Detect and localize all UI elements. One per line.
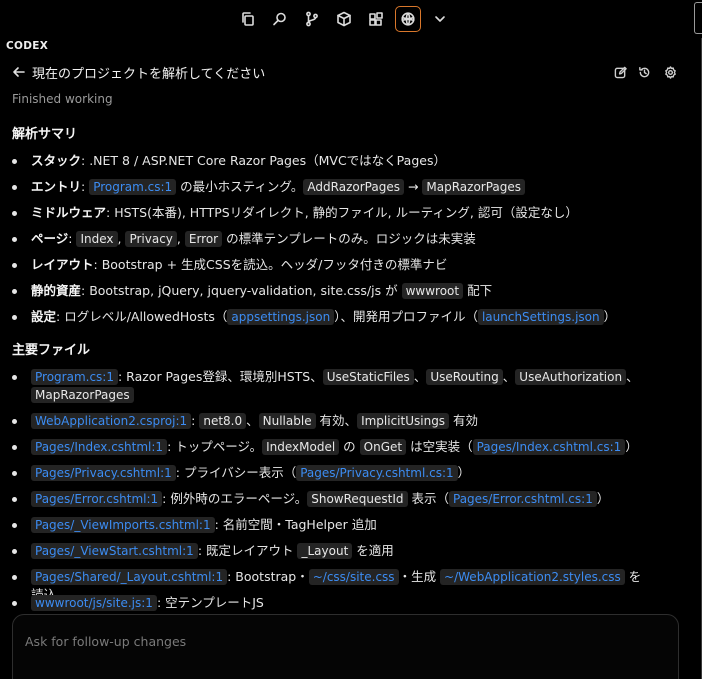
file-link[interactable]: ~/WebApplication2.styles.css	[440, 569, 625, 585]
followup-composer[interactable]	[12, 614, 679, 679]
code-chip: MapRazorPages	[422, 179, 526, 195]
list-item: ミドルウェア: HSTS(本番), HTTPSリダイレクト, 静的ファイル, ル…	[12, 204, 652, 222]
bullet	[12, 375, 17, 380]
file-link[interactable]: Pages/Privacy.cshtml.cs:1	[296, 465, 458, 481]
section-heading-summary: 解析サマリ	[12, 127, 78, 142]
source-control-icon[interactable]	[299, 6, 325, 32]
code-chip: AddRazorPages	[303, 179, 404, 195]
bullet	[12, 575, 17, 580]
extensions-icon[interactable]	[363, 6, 389, 32]
edit-icon[interactable]	[612, 64, 628, 80]
section-heading-files: 主要ファイル	[12, 343, 91, 358]
bullet	[12, 315, 17, 320]
code-chip: IndexModel	[262, 439, 340, 455]
file-link[interactable]: Pages/_ViewStart.cshtml:1	[31, 543, 198, 559]
package-icon[interactable]	[331, 6, 357, 32]
list-item: 設定: ログレベル/AllowedHosts（ appsettings.json）…	[12, 308, 652, 326]
top-toolbar	[0, 0, 702, 38]
bullet	[12, 601, 17, 606]
chevron-down-icon[interactable]	[427, 6, 453, 32]
bullet	[12, 419, 17, 424]
file-link[interactable]: appsettings.json	[227, 309, 335, 325]
file-link[interactable]: Pages/Shared/_Layout.cshtml:1	[31, 569, 228, 585]
file-link[interactable]: Pages/Index.cshtml:1	[31, 439, 168, 455]
file-link[interactable]: Program.cs:1	[89, 179, 177, 195]
bullet	[12, 211, 17, 216]
search-icon[interactable]	[267, 6, 293, 32]
bullet	[12, 263, 17, 268]
list-item: Pages/Error.cshtml:1: 例外時のエラーページ。 ShowReq…	[12, 490, 652, 508]
conversation-title: 現在のプロジェクトを解析してください	[32, 67, 266, 82]
codex-icon[interactable]	[395, 6, 421, 32]
file-link[interactable]: Pages/_ViewImports.cshtml:1	[31, 517, 215, 533]
bullet	[12, 185, 17, 190]
bullet	[12, 471, 17, 476]
settings-gear-icon[interactable]	[662, 64, 678, 80]
bullet	[12, 159, 17, 164]
code-chip: UseStaticFiles	[322, 369, 414, 385]
file-link[interactable]: Program.cs:1	[31, 369, 118, 385]
file-link[interactable]: wwwroot/js/site.js:1	[31, 595, 157, 611]
list-item: wwwroot/js/site.js:1: 空テンプレートJS	[12, 594, 652, 612]
list-item: WebApplication2.csproj:1: net8.0、 Nullabl…	[12, 412, 652, 430]
code-chip: UseAuthorization	[515, 369, 627, 385]
bullet	[12, 523, 17, 528]
panel-label: CODEX	[6, 40, 49, 52]
code-chip: Privacy	[125, 231, 177, 247]
code-chip: MapRazorPages	[31, 387, 134, 403]
code-chip: OnGet	[359, 439, 407, 455]
file-link[interactable]: Pages/Error.cshtml.cs:1	[449, 491, 597, 507]
code-chip: ImplicitUsings	[357, 413, 450, 429]
bullet	[12, 237, 17, 242]
code-chip: Error	[184, 231, 223, 247]
message-content: Finished working 解析サマリ スタック: .NET 8 / AS…	[0, 86, 702, 616]
list-item: Pages/Index.cshtml:1: トップページ。 IndexModel …	[12, 438, 652, 456]
window-edge	[694, 2, 702, 34]
list-item: 静的資産: Bootstrap, jQuery, jquery-validati…	[12, 282, 652, 300]
list-item: Pages/Privacy.cshtml:1: プライバシー表示（ Pages/P…	[12, 464, 652, 482]
status-text: Finished working	[12, 92, 113, 106]
file-link[interactable]: WebApplication2.csproj:1	[31, 413, 192, 429]
code-chip: _Layout	[297, 543, 353, 559]
list-item: レイアウト: Bootstrap + 生成CSSを読込。ヘッダ/フッタ付きの標準…	[12, 256, 652, 274]
list-item: ページ: Index, Privacy, Error の標準テンプレートのみ。ロ…	[12, 230, 652, 248]
followup-input[interactable]	[25, 634, 625, 649]
list-item: エントリ: Program.cs:1 の最小ホスティング。 AddRazorPag…	[12, 178, 652, 196]
chat-header: 現在のプロジェクトを解析してください	[0, 60, 702, 84]
bullet	[12, 497, 17, 502]
file-link[interactable]: Pages/Error.cshtml:1	[31, 491, 163, 507]
copy-icon[interactable]	[235, 6, 261, 32]
code-chip: UseRouting	[426, 369, 503, 385]
file-link[interactable]: Pages/Index.cshtml.cs:1	[472, 439, 626, 455]
bullet	[12, 445, 17, 450]
code-chip: Nullable	[258, 413, 316, 429]
bullet	[12, 289, 17, 294]
list-item: Program.cs:1: Razor Pages登録、環境別HSTS、 UseS…	[12, 368, 652, 404]
list-item: Pages/_ViewImports.cshtml:1: 名前空間・TagHel…	[12, 516, 652, 534]
file-link[interactable]: Pages/Privacy.cshtml:1	[31, 465, 176, 481]
bullet	[12, 549, 17, 554]
back-arrow-icon[interactable]	[12, 65, 26, 79]
code-chip: Index	[76, 231, 118, 247]
list-item: Pages/_ViewStart.cshtml:1: 既定レイアウト _Layo…	[12, 542, 652, 560]
list-item: スタック: .NET 8 / ASP.NET Core Razor Pages（…	[12, 152, 652, 170]
file-link[interactable]: launchSettings.json	[477, 309, 604, 325]
file-link[interactable]: ~/css/site.css	[308, 569, 399, 585]
history-icon[interactable]	[636, 64, 652, 80]
code-chip: net8.0	[199, 413, 247, 429]
code-chip: wwwroot	[401, 283, 464, 299]
code-chip: ShowRequestId	[307, 491, 408, 507]
